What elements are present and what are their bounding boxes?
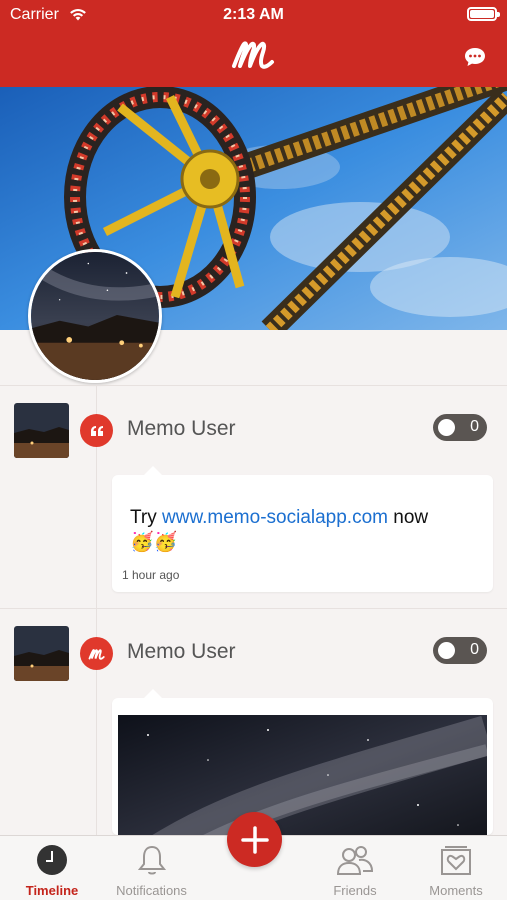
- post-username[interactable]: Memo User: [127, 640, 236, 664]
- friends-icon: [336, 846, 374, 875]
- toggle-knob: [438, 642, 455, 659]
- divider: [0, 385, 507, 386]
- memo-badge: [80, 637, 113, 670]
- status-time: 2:13 AM: [223, 6, 284, 23]
- top-bar: Carrier 2:13 AM: [0, 0, 507, 87]
- tab-notifications[interactable]: Notifications: [104, 836, 199, 900]
- battery-icon: [467, 7, 500, 21]
- timeline-line: [96, 385, 97, 835]
- post-thumbnail[interactable]: [14, 626, 69, 681]
- tab-label: Friends: [333, 883, 377, 898]
- status-bar: Carrier 2:13 AM: [0, 0, 507, 30]
- post-card[interactable]: [112, 689, 493, 855]
- post-link[interactable]: www.memo-socialapp.com: [162, 507, 388, 528]
- tab-friends[interactable]: Friends: [315, 836, 395, 900]
- tab-label: Moments: [429, 883, 483, 898]
- post-card[interactable]: Try www.memo-socialapp.com now 🥳🥳 1 hour…: [112, 466, 493, 592]
- post-photo[interactable]: [118, 715, 487, 855]
- post-text: Try www.memo-socialapp.com now 🥳🥳: [130, 507, 429, 553]
- party-emoji: 🥳🥳: [130, 532, 178, 553]
- plus-icon: [240, 825, 269, 854]
- quote-badge: [80, 414, 113, 447]
- profile-avatar[interactable]: [28, 249, 162, 383]
- toggle-knob: [438, 419, 455, 436]
- tab-timeline[interactable]: Timeline: [12, 836, 92, 900]
- like-toggle[interactable]: 0: [433, 637, 487, 664]
- tab-moments[interactable]: Moments: [415, 836, 497, 900]
- add-post-button[interactable]: [227, 812, 282, 867]
- quote-icon: [90, 425, 103, 436]
- post-timestamp: 1 hour ago: [122, 568, 180, 582]
- memo-logo[interactable]: [230, 36, 278, 72]
- memo-logo-icon: [88, 648, 105, 660]
- divider: [0, 608, 507, 609]
- clock-icon: [37, 845, 67, 875]
- chat-icon[interactable]: [463, 46, 487, 68]
- post-thumbnail[interactable]: [14, 403, 69, 458]
- like-count: 0: [470, 418, 479, 435]
- moments-icon: [441, 846, 471, 875]
- post-username[interactable]: Memo User: [127, 417, 236, 441]
- tab-label: Timeline: [25, 883, 79, 898]
- bell-icon: [137, 845, 166, 875]
- like-count: 0: [470, 641, 479, 658]
- tab-label: Notifications: [116, 883, 187, 898]
- like-toggle[interactable]: 0: [433, 414, 487, 441]
